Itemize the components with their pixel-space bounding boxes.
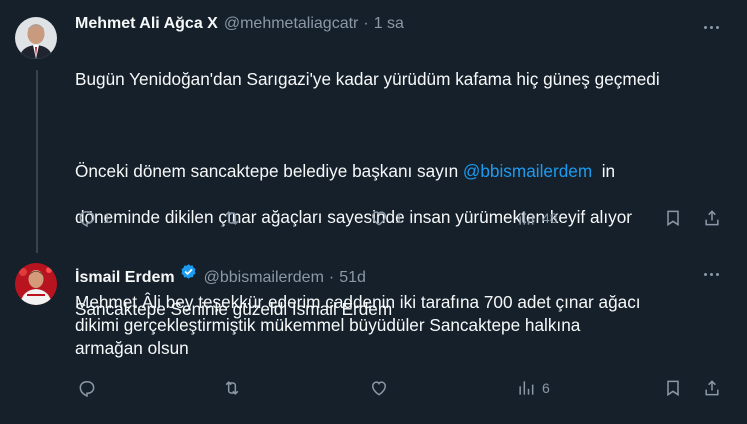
retweet-icon: [225, 381, 239, 395]
thread-line: [36, 70, 38, 253]
mention-link[interactable]: @bbismailerdem: [463, 161, 592, 181]
author-handle[interactable]: @bbismailerdem: [204, 269, 324, 287]
more-icon[interactable]: [699, 264, 723, 284]
views-button[interactable]: 48: [516, 208, 558, 228]
avatar[interactable]: [15, 263, 57, 305]
views-icon: [519, 211, 534, 225]
views-icon: [519, 381, 534, 395]
retweet-button[interactable]: [222, 208, 248, 228]
tweet-2[interactable]: İsmail Erdem @bbismailerdem · 51d Mehmet…: [0, 255, 747, 424]
view-count: 48: [542, 210, 558, 226]
timestamp[interactable]: 1 sa: [374, 15, 404, 33]
text-segment: in: [592, 161, 616, 181]
like-count: 1: [395, 210, 403, 226]
separator: ·: [363, 15, 369, 32]
bookmark-button[interactable]: [663, 378, 683, 398]
text-line: Bugün Yenidoğan'dan Sarıgazi'ye kadar yü…: [75, 69, 660, 89]
reply-button[interactable]: 1: [77, 208, 111, 228]
reply-icon: [79, 381, 95, 398]
views-button[interactable]: 6: [516, 378, 550, 398]
retweet-button[interactable]: [222, 378, 248, 398]
author-name[interactable]: Mehmet Ali Ağca X: [75, 15, 218, 33]
like-button[interactable]: [369, 378, 395, 398]
text-line: döneminde dikilen çınar ağaçları sayesin…: [75, 207, 632, 227]
share-icon: [705, 210, 719, 226]
share-button[interactable]: [702, 378, 722, 398]
retweet-icon: [225, 211, 239, 225]
bookmark-icon: [667, 210, 679, 227]
author-name[interactable]: İsmail Erdem: [75, 269, 175, 287]
author-handle[interactable]: @mehmetaliagcatr: [224, 15, 359, 33]
like-button[interactable]: 1: [369, 208, 403, 228]
reply-count: 1: [103, 210, 111, 226]
bookmark-button[interactable]: [663, 208, 683, 228]
text-segment: Önceki dönem sancaktepe belediye başkanı…: [75, 161, 463, 181]
like-icon: [371, 211, 387, 226]
view-count: 6: [542, 380, 550, 396]
bookmark-icon: [667, 380, 679, 397]
timestamp[interactable]: 51d: [339, 269, 366, 287]
more-icon[interactable]: [699, 17, 723, 37]
like-icon: [371, 381, 387, 396]
verified-badge-icon: [180, 264, 196, 279]
share-icon: [705, 380, 719, 396]
separator: ·: [328, 269, 335, 286]
reply-icon: [79, 211, 95, 228]
avatar[interactable]: [15, 17, 57, 59]
tweet-1[interactable]: Mehmet Ali Ağca X @mehmetaliagcatr · 1 s…: [0, 0, 747, 319]
text-line: Önceki dönem sancaktepe belediye başkanı…: [75, 160, 735, 183]
share-button[interactable]: [702, 208, 722, 228]
tweet-text: Mehmet Âli bey teşekkür ederim caddenin …: [75, 292, 641, 358]
reply-button[interactable]: [77, 378, 103, 398]
